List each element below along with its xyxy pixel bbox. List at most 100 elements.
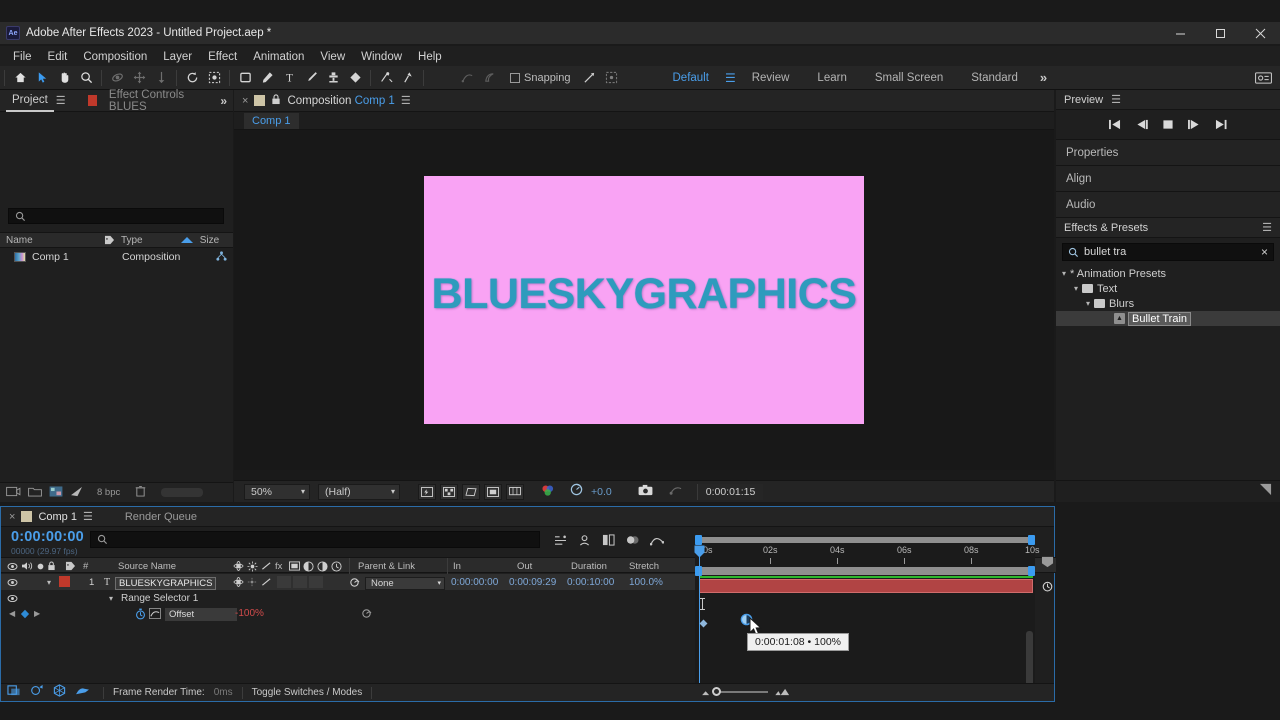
project-panel-overflow-icon[interactable]: » [212,94,233,108]
graph-editor-property-icon[interactable] [149,606,161,621]
toggle-switches-modes-label[interactable]: Toggle Switches / Modes [252,687,363,698]
property-pickwhip-icon[interactable] [361,606,372,621]
toggle-transparency-grid-icon[interactable] [440,483,458,500]
project-settings-icon[interactable] [70,486,84,500]
close-comp-tab-icon[interactable]: × [242,95,248,107]
puppet-pin-tool-icon[interactable] [375,68,397,88]
timeline-property-row-offset[interactable]: ◀ ▶ Offset -100% [1,606,695,621]
bit-depth-label[interactable]: 8 bpc [97,487,120,498]
maximize-icon[interactable] [1200,22,1240,44]
orbit-tool-icon[interactable] [106,68,128,88]
parent-pickwhip-icon[interactable] [349,574,360,590]
tree-item-animation-presets[interactable]: ▾ * Animation Presets [1056,266,1280,281]
menu-item-window[interactable]: Window [353,49,410,65]
fast-previews-icon[interactable] [418,483,436,500]
next-keyframe-icon[interactable]: ▶ [34,606,40,621]
draft-3d-icon[interactable] [53,683,66,702]
layer-switch-cell[interactable] [293,576,307,588]
exposure-value[interactable]: +0.0 [591,486,612,498]
menu-item-animation[interactable]: Animation [245,49,312,65]
layer-expand-chevron-icon[interactable]: ▾ [47,574,51,590]
menu-item-help[interactable]: Help [410,49,450,65]
chevron-down-icon[interactable]: ▾ [1062,269,1066,278]
tab-render-queue[interactable]: Render Queue [125,511,197,523]
brush-tool-icon[interactable] [300,68,322,88]
timeline-search-input[interactable] [89,531,540,548]
composition-panel-menu-icon[interactable]: ☰ [401,94,411,107]
tree-item-blurs[interactable]: ▾ Blurs [1056,296,1280,311]
workspace-overflow-icon[interactable]: » [1032,70,1055,85]
next-frame-icon[interactable] [1187,119,1201,130]
project-item-row[interactable]: Comp 1 Composition [0,249,233,265]
grid-guides-icon[interactable] [506,483,524,500]
layer-duration-bar[interactable] [699,579,1033,593]
live-update-icon[interactable] [30,684,44,702]
navigator-end-handle[interactable] [1028,566,1035,576]
panel-properties[interactable]: Properties [1056,140,1280,166]
graph-editor-icon[interactable] [649,533,665,551]
close-timeline-tab-icon[interactable]: × [9,511,15,523]
timeline-current-time-display[interactable]: 0:00:00:00 00000 (29.97 fps) [1,527,84,556]
hide-shy-layers-icon[interactable] [578,533,591,551]
first-frame-icon[interactable] [1108,119,1122,130]
work-area-start-handle[interactable] [695,535,702,545]
zoom-tool-icon[interactable] [75,68,97,88]
zoom-slider-track[interactable] [712,687,768,696]
chevron-down-icon[interactable]: ▾ [1086,299,1090,308]
type-tool-icon[interactable]: T [278,68,300,88]
pan-tool-icon[interactable] [128,68,150,88]
menu-item-view[interactable]: View [312,49,353,65]
comp-marker-icon[interactable] [1041,555,1054,573]
zoom-slider-knob[interactable] [712,687,721,696]
magnification-select[interactable]: 50% ▾ [244,483,310,500]
work-area-bar[interactable] [695,535,1035,545]
tree-item-text[interactable]: ▾ Text [1056,281,1280,296]
region-of-interest-icon[interactable] [484,483,502,500]
shape-tool-icon[interactable] [234,68,256,88]
dolly-tool-icon[interactable] [150,68,172,88]
menu-item-layer[interactable]: Layer [155,49,200,65]
tab-comp-1[interactable]: Comp 1 [38,511,77,523]
home-icon[interactable] [9,68,31,88]
new-composition-icon[interactable] [49,485,63,500]
layer-out-point[interactable]: 0:00:09:29 [509,574,556,590]
stop-icon[interactable] [1162,119,1174,130]
delete-icon[interactable] [135,485,146,500]
menu-item-composition[interactable]: Composition [75,49,155,65]
clear-search-icon[interactable]: × [1261,245,1268,259]
project-scrollbar[interactable] [161,488,204,497]
exposure-reset-icon[interactable] [570,483,583,501]
close-icon[interactable] [1240,22,1280,44]
hand-tool-icon[interactable] [53,68,75,88]
effects-presets-menu-icon[interactable]: ☰ [1262,221,1272,234]
effects-search-input[interactable]: bullet tra × [1062,243,1274,261]
breadcrumb-comp-1[interactable]: Comp 1 [244,112,299,129]
toggle-switches-modes-icon[interactable] [7,684,21,702]
zoom-in-icon[interactable] [774,683,790,701]
workspace-default[interactable]: Default [659,72,723,84]
menu-item-file[interactable]: File [5,49,40,65]
workspace-learn[interactable]: Learn [803,72,860,84]
composition-viewer[interactable]: BLUESKYGRAPHICS [234,130,1054,470]
workspace-menu-icon[interactable]: ☰ [723,71,738,85]
sort-ascending-icon[interactable] [174,232,194,248]
minimize-icon[interactable] [1160,22,1200,44]
snap-arrow-icon[interactable] [579,68,601,88]
puppet-starch-tool-icon[interactable] [397,68,419,88]
layer-video-toggle-icon[interactable] [7,574,18,590]
timeline-panel-menu-icon[interactable]: ☰ [83,510,93,523]
comp-current-time[interactable]: 0:00:01:15 [696,483,764,500]
workspace-review[interactable]: Review [738,72,804,84]
keyframe-toggle-diamond-icon[interactable] [20,606,30,621]
layer-switch-cell[interactable] [277,576,291,588]
menu-item-edit[interactable]: Edit [40,49,76,65]
shape-path-icon[interactable] [478,68,500,88]
roto-brush-tool-icon[interactable] [203,68,225,88]
new-folder-icon[interactable] [28,486,42,500]
eraser-tool-icon[interactable] [344,68,366,88]
timeline-ruler[interactable]: 00s 02s 04s 06s 08s 10s [695,545,1040,567]
timeline-vertical-scrollbar[interactable] [1026,631,1033,691]
composition-canvas[interactable]: BLUESKYGRAPHICS [424,176,864,424]
tab-project[interactable]: Project [6,90,54,112]
layer-effects-switch-icon[interactable] [247,574,257,590]
